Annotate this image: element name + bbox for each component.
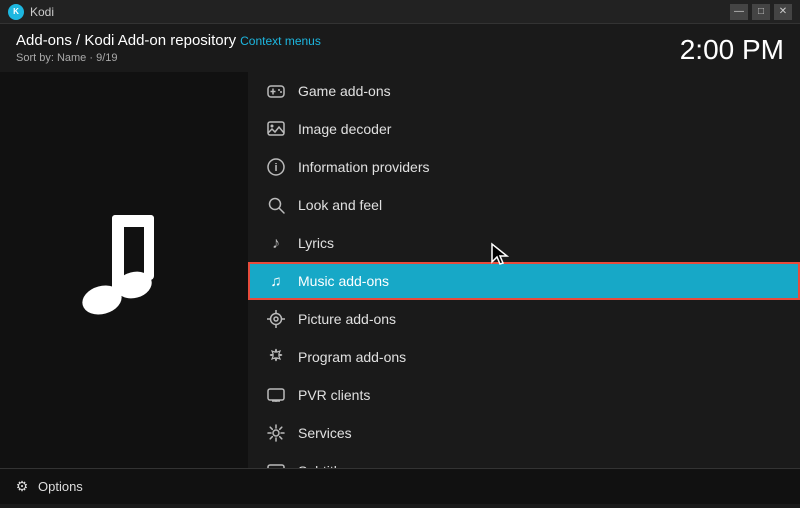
list-item-information-providers[interactable]: i Information providers [248,148,800,186]
picture-add-ons-icon [264,307,288,331]
item-label-information-providers: Information providers [298,159,430,175]
list-item-look-and-feel[interactable]: Look and feel [248,186,800,224]
item-label-program-add-ons: Program add-ons [298,349,406,365]
item-label-music-add-ons: Music add-ons [298,273,389,289]
title-bar: K Kodi — □ ✕ [0,0,800,24]
bottom-bar: ⚙ Options [0,468,800,504]
services-icon [264,421,288,445]
list-item-subtitles[interactable]: Subtitles [248,452,800,468]
options-label: Options [38,479,83,494]
close-button[interactable]: ✕ [774,4,792,20]
item-label-subtitles: Subtitles [298,463,352,468]
music-add-ons-icon: ♫ [264,269,288,293]
item-label-game-add-ons: Game add-ons [298,83,391,99]
look-and-feel-icon [264,193,288,217]
item-label-pvr-clients: PVR clients [298,387,370,403]
context-menu-label: Context menus [240,34,321,48]
image-decoder-icon [264,117,288,141]
item-label-image-decoder: Image decoder [298,121,391,137]
list-item-lyrics[interactable]: ♪ Lyrics [248,224,800,262]
list-item-pvr-clients[interactable]: PVR clients [248,376,800,414]
item-label-lyrics: Lyrics [298,235,334,251]
subtitles-icon [264,459,288,468]
item-label-picture-add-ons: Picture add-ons [298,311,396,327]
list-item-music-add-ons[interactable]: ♫ Music add-ons [248,262,800,300]
clock: 2:00 PM [680,34,784,66]
pvr-clients-icon [264,383,288,407]
breadcrumb-text: Add-ons / Kodi Add-on repositoryContext … [16,32,321,49]
list-panel: Game add-ons Image decoder i Information pr… [248,72,800,468]
main-content: Game add-ons Image decoder i Information pr… [0,72,800,468]
header-left: Add-ons / Kodi Add-on repositoryContext … [16,32,321,64]
music-note-icon [54,205,194,335]
program-add-ons-icon [264,345,288,369]
game-add-ons-icon [264,79,288,103]
list-item-game-add-ons[interactable]: Game add-ons [248,72,800,110]
title-bar-title: Kodi [30,5,54,19]
sort-info: Sort by: Name · 9/19 [16,52,321,64]
options-button[interactable]: ⚙ Options [12,477,83,497]
svg-text:i: i [274,162,277,174]
maximize-button[interactable]: □ [752,4,770,20]
svg-text:♪: ♪ [272,235,280,252]
list-item-picture-add-ons[interactable]: Picture add-ons [248,300,800,338]
item-label-services: Services [298,425,352,441]
svg-text:♫: ♫ [270,273,281,290]
list-item-program-add-ons[interactable]: Program add-ons [248,338,800,376]
lyrics-icon: ♪ [264,231,288,255]
item-label-look-and-feel: Look and feel [298,197,382,213]
header: Add-ons / Kodi Add-on repositoryContext … [0,24,800,72]
left-panel [0,72,248,468]
list-item-image-decoder[interactable]: Image decoder [248,110,800,148]
kodi-logo: K [8,4,24,20]
title-bar-controls[interactable]: — □ ✕ [730,4,792,20]
information-providers-icon: i [264,155,288,179]
title-bar-left: K Kodi [8,4,54,20]
options-icon: ⚙ [12,477,32,497]
list-item-services[interactable]: Services [248,414,800,452]
minimize-button[interactable]: — [730,4,748,20]
breadcrumb: Add-ons / Kodi Add-on repositoryContext … [16,32,321,50]
